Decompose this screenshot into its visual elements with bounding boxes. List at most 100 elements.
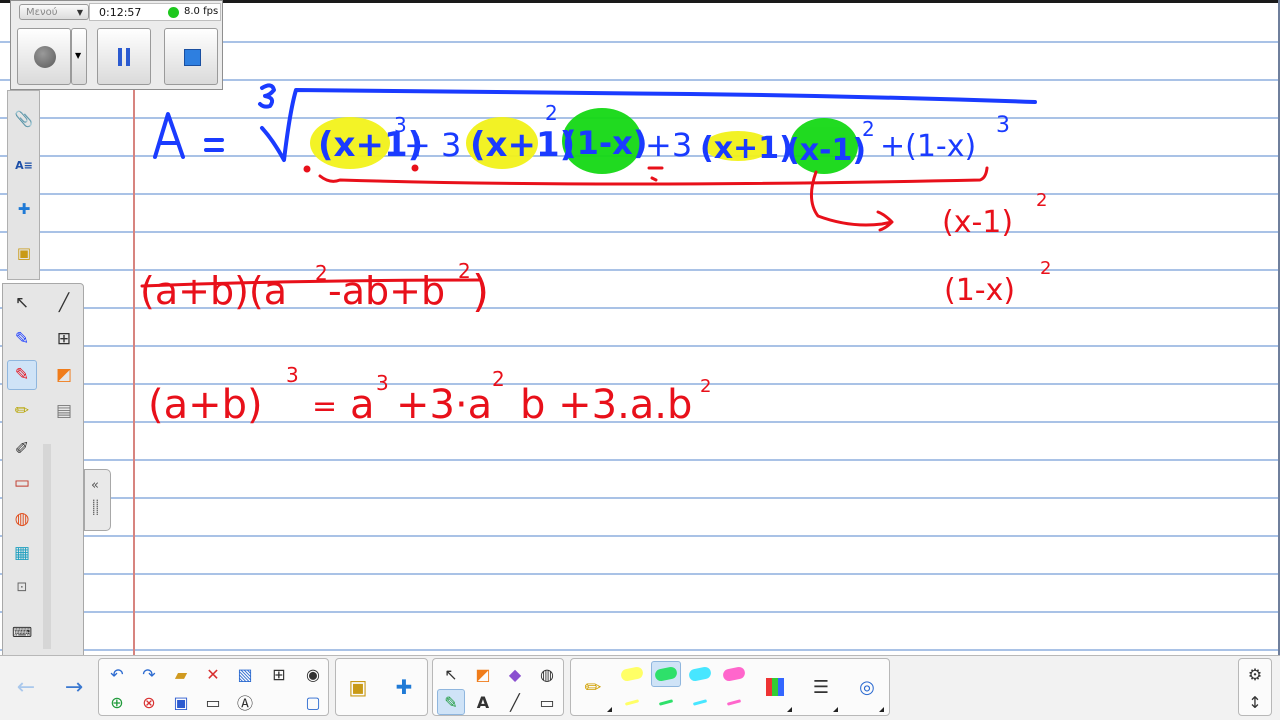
line-tool-icon[interactable]: ╱ <box>501 689 529 715</box>
screen-shade-icon[interactable]: ▭ <box>199 689 227 715</box>
gallery-group: ▣ ✚ <box>335 658 428 716</box>
svg-text:3: 3 <box>286 363 299 387</box>
pen-tool-icon[interactable]: ✎ <box>7 360 37 390</box>
dropdown-corner-icon <box>607 707 612 712</box>
record-options-dropdown[interactable]: ▼ <box>71 28 87 85</box>
text-tool-icon[interactable]: A <box>469 689 497 715</box>
keyboard-icon[interactable]: ⌨ <box>7 618 37 648</box>
highlighter-thin-cyan[interactable] <box>685 689 715 715</box>
paperclip-icon[interactable]: 📎 <box>12 107 36 131</box>
stop-button[interactable] <box>164 28 218 85</box>
recording-status-icon <box>168 7 179 18</box>
chevron-down-icon: ▼ <box>75 51 82 60</box>
select-arrow-icon[interactable]: ↖ <box>7 288 37 318</box>
save-icon[interactable]: ▣ <box>167 689 195 715</box>
svg-text:): ) <box>472 266 489 317</box>
svg-text:-ab+b: -ab+b <box>328 269 445 313</box>
pens-icon[interactable]: ✎ <box>437 689 465 715</box>
eraser-icon[interactable]: ▭ <box>533 689 561 715</box>
handwriting-layer: (x+1) 3 + 3 (x+1) 2 (1-x) +3 (x+1) (x-1)… <box>140 83 1051 428</box>
highlighter-cyan[interactable] <box>685 661 715 687</box>
svg-text:=: = <box>312 389 337 424</box>
new-page-icon[interactable]: ⊕ <box>103 689 131 715</box>
svg-text:2: 2 <box>700 376 711 397</box>
svg-text:(x+1): (x+1) <box>470 125 575 165</box>
delete-page-icon[interactable]: ⊗ <box>135 689 163 715</box>
svg-text:(x-1): (x-1) <box>786 133 866 168</box>
color-palette-icon[interactable] <box>761 674 789 700</box>
line-width-icon[interactable]: ☰ <box>807 674 835 700</box>
svg-text:2: 2 <box>1040 258 1051 279</box>
highlighter-thin-yellow[interactable] <box>617 689 647 715</box>
recorder-menu-dropdown[interactable]: Μενού ▼ <box>19 4 89 20</box>
open-folder-icon[interactable]: ▰ <box>167 661 195 687</box>
display-icon[interactable]: ▢ <box>299 689 327 715</box>
elapsed-time: 0:12:57 <box>99 6 142 19</box>
line-tool-icon[interactable]: ╱ <box>49 288 79 318</box>
tablet-icon[interactable]: ▦ <box>7 538 37 568</box>
undo-icon[interactable]: ↶ <box>103 661 131 687</box>
back-arrow-icon[interactable]: ← <box>12 674 40 700</box>
forward-arrow-icon[interactable]: → <box>60 674 88 700</box>
delete-icon[interactable]: ✕ <box>199 661 227 687</box>
screen-capture-icon[interactable]: ⊡ <box>7 572 37 602</box>
fps-readout: 8.0 fps <box>184 6 219 17</box>
shape-tool-icon[interactable]: ◩ <box>469 661 497 687</box>
eraser-color-icon[interactable]: ◆ <box>501 661 529 687</box>
screen-recorder-widget: Μενού ▼ 0:12:57 8.0 fps ▼ <box>10 0 223 90</box>
puzzle-icon[interactable]: ✚ <box>390 674 418 700</box>
text-gallery-icon[interactable]: A≡ <box>12 153 36 177</box>
svg-text:2: 2 <box>545 101 558 125</box>
svg-text:a: a <box>350 382 375 428</box>
pause-icon <box>118 48 122 66</box>
eraser-icon[interactable]: ▭ <box>7 468 37 498</box>
tools-scrollbar[interactable] <box>43 444 51 649</box>
print-icon[interactable]: ▤ <box>49 396 79 426</box>
attachments-icon[interactable]: ▣ <box>12 241 36 265</box>
shape-tool-icon[interactable]: ◩ <box>49 360 79 390</box>
camera-icon[interactable]: ◉ <box>299 661 327 687</box>
svg-text:2: 2 <box>862 117 875 141</box>
ruler-tools-icon[interactable]: ⊞ <box>49 324 79 354</box>
svg-text:3: 3 <box>996 113 1010 138</box>
toolbar-position-icon[interactable]: ↕ <box>1241 689 1269 715</box>
redo-icon[interactable]: ↷ <box>135 661 163 687</box>
blue-pen-icon[interactable]: ✎ <box>7 324 37 354</box>
dropdown-corner-icon <box>879 707 884 712</box>
record-icon <box>34 46 56 68</box>
highlighter-thin-green[interactable] <box>651 689 681 715</box>
svg-text:3: 3 <box>376 371 389 395</box>
highlighter-pink[interactable] <box>719 661 749 687</box>
table-icon[interactable]: ⊞ <box>265 661 293 687</box>
transparency-icon[interactable]: ◎ <box>853 674 881 700</box>
recorder-menu-label: Μενού <box>26 7 58 18</box>
svg-text:2: 2 <box>492 367 505 391</box>
highlighter-green[interactable] <box>651 661 681 687</box>
crossed-out-expression: (a+b)(a 2 -ab+b 2 ) <box>140 259 489 317</box>
svg-text:(1-x): (1-x) <box>562 124 647 162</box>
handwriting-recognition-icon[interactable]: Ⓐ <box>231 689 259 715</box>
formula-A: (x+1) 3 + 3 (x+1) 2 (1-x) +3 (x+1) (x-1)… <box>153 83 1037 168</box>
highlighter-thin-pink[interactable] <box>719 689 749 715</box>
svg-text:(a+b)(a: (a+b)(a <box>140 269 287 313</box>
highlighter-icon[interactable]: ✏ <box>579 674 607 700</box>
edit-group: ↶ ↷ ▰ ✕ ▧ ⊞ ◉ ⊕ ⊗ ▣ ▭ Ⓐ ▢ <box>98 658 329 716</box>
recorder-status-bar: 0:12:57 8.0 fps <box>89 3 221 21</box>
pause-button[interactable] <box>97 28 151 85</box>
attachments-icon[interactable]: ▣ <box>344 674 372 700</box>
collapse-panel-button[interactable]: « ⁞⁞ ⁞⁞ <box>84 469 111 531</box>
pencil-icon[interactable]: ✐ <box>7 434 37 464</box>
settings-group: ⚙ ↕ <box>1238 658 1272 716</box>
insert-image-icon[interactable]: ▧ <box>231 661 259 687</box>
record-button[interactable] <box>17 28 71 85</box>
highlighter-yellow[interactable] <box>617 661 647 687</box>
drawing-tools-group: ↖ ◩ ◆ ◍ ✎ A ╱ ▭ <box>432 658 564 716</box>
svg-text:+3·a: +3·a <box>396 382 492 428</box>
highlighter-icon[interactable]: ✏ <box>7 396 37 426</box>
select-arrow-icon[interactable]: ↖ <box>437 661 465 687</box>
puzzle-icon[interactable]: ✚ <box>12 197 36 221</box>
fill-icon[interactable]: ◍ <box>533 661 561 687</box>
fill-icon[interactable]: ◍ <box>7 504 37 534</box>
gear-icon[interactable]: ⚙ <box>1241 661 1269 687</box>
stop-icon <box>184 49 201 66</box>
